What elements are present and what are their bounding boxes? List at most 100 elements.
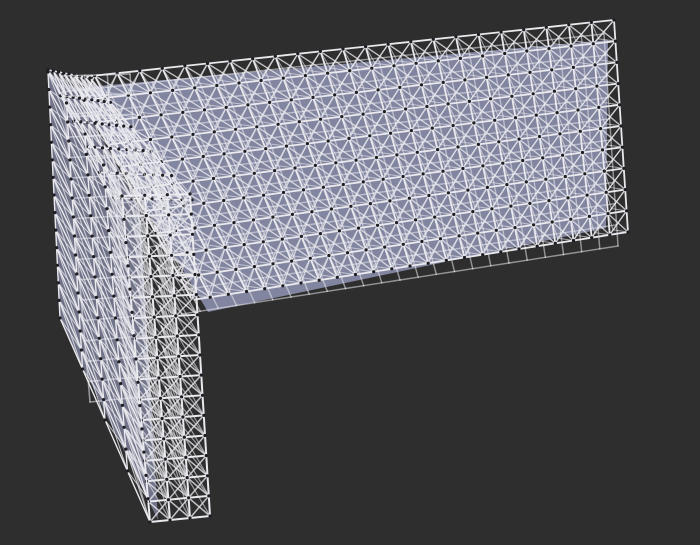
long-wall-node (137, 115, 141, 119)
short-side-node (46, 70, 50, 74)
short-wall-node (144, 214, 148, 218)
short-wall-node (182, 435, 186, 439)
long-wall-node (616, 82, 620, 86)
long-wall-node (567, 23, 571, 27)
long-wall-node (578, 129, 582, 133)
long-wall-node (191, 132, 195, 136)
long-wall-node (499, 250, 503, 254)
long-wall-node (472, 121, 476, 125)
short-wall-node (166, 498, 170, 502)
short-wall-strut (179, 374, 203, 378)
connector-node (115, 171, 119, 175)
connector-node (90, 98, 94, 102)
short-wall-strut (177, 355, 182, 378)
short-wall-strut (110, 133, 135, 137)
short-side-node (130, 310, 134, 314)
long-wall-node (415, 150, 419, 154)
short-wall-strut (177, 354, 201, 358)
long-wall-node (138, 69, 142, 73)
long-wall-node (525, 49, 529, 53)
short-wall-strut (176, 335, 180, 358)
long-wall-node (271, 262, 275, 266)
short-side-node (69, 177, 73, 181)
short-side-strut (57, 282, 60, 302)
long-wall-node (547, 199, 551, 203)
long-wall-node (388, 199, 392, 203)
long-wall-node (212, 223, 217, 227)
short-side-node (138, 404, 142, 408)
long-wall-node (414, 218, 418, 222)
long-wall-node (222, 152, 226, 156)
short-side-strut (47, 71, 50, 91)
short-wall-strut (200, 374, 204, 397)
short-wall-strut (146, 234, 172, 237)
long-wall-node (563, 174, 567, 179)
connector-node (170, 174, 174, 178)
short-wall-strut (135, 356, 159, 360)
short-side-node (113, 316, 118, 320)
short-wall-node (208, 514, 212, 518)
short-side-node (134, 357, 138, 361)
short-wall-node (175, 334, 179, 338)
short-wall-strut (148, 254, 173, 258)
long-wall-node (550, 220, 554, 224)
long-wall-node (280, 237, 284, 241)
short-wall-strut (172, 274, 176, 297)
short-wall-strut (187, 496, 191, 519)
long-wall-node (148, 137, 153, 142)
long-wall-node (347, 136, 351, 140)
short-wall-node (163, 457, 167, 461)
short-wall-strut (172, 273, 196, 277)
long-wall-node (319, 117, 323, 121)
short-wall-node (188, 516, 192, 520)
short-side-node (71, 215, 75, 219)
short-wall-strut (153, 314, 177, 319)
short-side-node (53, 211, 57, 215)
long-wall-node (438, 237, 443, 241)
long-wall-node (318, 232, 322, 236)
long-wall-node (558, 132, 562, 136)
long-wall-node (553, 241, 557, 245)
short-wall-node (192, 252, 196, 256)
short-side-node (125, 469, 130, 473)
long-wall-node (566, 196, 570, 200)
long-wall-node (326, 139, 330, 143)
long-wall-node (289, 98, 293, 102)
long-wall-node (571, 65, 576, 69)
long-wall-node (476, 32, 481, 37)
long-wall-node (341, 47, 345, 51)
long-wall-node (222, 198, 226, 203)
short-wall-strut (136, 377, 160, 381)
connector-node (161, 173, 165, 177)
short-side-node (122, 217, 126, 221)
short-wall-strut (133, 336, 157, 340)
long-wall-node (234, 127, 238, 131)
long-wall-node (589, 20, 594, 24)
short-wall-strut (129, 295, 154, 299)
long-wall-node (489, 97, 493, 101)
short-wall-strut (61, 74, 86, 77)
long-wall-node (202, 201, 206, 205)
long-wall-node (544, 177, 548, 181)
long-wall-node (263, 287, 267, 291)
short-side-node (148, 520, 152, 524)
long-wall-node (252, 265, 256, 269)
short-wall-strut (166, 193, 191, 196)
long-wall-node (193, 226, 197, 230)
long-wall-node (599, 127, 603, 131)
short-wall-strut (204, 434, 208, 457)
short-side-node (117, 360, 121, 364)
connector-node (102, 99, 106, 104)
short-wall-strut (169, 233, 194, 237)
long-wall-node (364, 45, 368, 49)
short-wall-node (185, 476, 189, 480)
short-side-node (84, 152, 88, 156)
short-side-node (77, 310, 81, 314)
long-wall-node (619, 124, 623, 128)
long-wall-node (597, 105, 601, 109)
long-wall-node (481, 54, 485, 58)
long-wall-node (626, 230, 630, 234)
short-wall-node (147, 254, 151, 258)
short-wall-strut (192, 253, 196, 276)
short-wall-node (149, 274, 153, 279)
